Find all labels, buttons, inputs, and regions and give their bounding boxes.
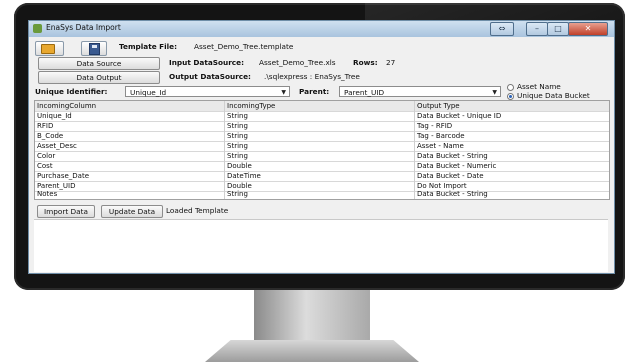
output-type-cell[interactable]: Tag - Barcode (415, 131, 609, 141)
unique-data-bucket-radio[interactable] (507, 93, 514, 100)
save-template-button[interactable] (81, 41, 107, 56)
column-mapping-grid[interactable]: IncomingColumn IncomingType Output Type … (34, 100, 610, 200)
incoming-column-cell: RFID (35, 121, 225, 131)
output-datasource-value: .\sqlexpress : EnaSys_Tree (264, 72, 360, 81)
maximize-icon: □ (554, 24, 562, 33)
incoming-type-cell: String (225, 111, 415, 121)
output-type-cell[interactable]: Asset - Name (415, 141, 609, 151)
incoming-column-cell: Purchase_Date (35, 171, 225, 181)
restore-icon: ⇔ (498, 24, 506, 33)
template-file-value: Asset_Demo_Tree.template (194, 42, 294, 51)
parent-select[interactable]: Parent_UID ▼ (339, 86, 501, 97)
output-type-cell[interactable]: Data Bucket - String (415, 189, 609, 199)
input-datasource-value: Asset_Demo_Tree.xls (259, 58, 336, 67)
title-bar: EnaSys Data Import ⇔ – □ ✕ (29, 21, 614, 37)
monitor-stand-neck (254, 290, 370, 342)
parent-label: Parent: (299, 87, 330, 96)
incoming-type-cell: String (225, 141, 415, 151)
incoming-type-cell: String (225, 189, 415, 199)
parent-value: Parent_UID (344, 88, 385, 97)
window-title: EnaSys Data Import (46, 23, 121, 32)
unique-identifier-select[interactable]: Unique_Id ▼ (125, 86, 290, 97)
asset-name-radio[interactable] (507, 84, 514, 91)
app-icon (33, 24, 42, 33)
incoming-type-cell: String (225, 121, 415, 131)
maximize-button[interactable]: □ (547, 22, 569, 36)
chevron-down-icon: ▼ (281, 89, 286, 96)
header-incoming-column[interactable]: IncomingColumn (35, 101, 225, 111)
minimize-icon: – (535, 24, 539, 33)
app-window: EnaSys Data Import ⇔ – □ ✕ Template File… (28, 20, 615, 274)
output-type-cell[interactable]: Tag - RFID (415, 121, 609, 131)
close-button[interactable]: ✕ (568, 22, 608, 36)
output-type-cell[interactable]: Data Bucket - Date (415, 171, 609, 181)
incoming-column-cell: Cost (35, 161, 225, 171)
template-file-label: Template File: (119, 42, 178, 51)
table-row[interactable]: Notes String Data Bucket - String (35, 189, 609, 199)
incoming-type-cell: String (225, 131, 415, 141)
monitor-stand-base (205, 340, 419, 362)
incoming-column-cell: Notes (35, 189, 225, 199)
output-type-cell[interactable]: Data Bucket - Unique ID (415, 111, 609, 121)
chevron-down-icon: ▼ (492, 89, 497, 96)
output-type-cell[interactable]: Data Bucket - Numeric (415, 161, 609, 171)
log-panel (34, 219, 608, 272)
output-type-cell[interactable]: Data Bucket - String (415, 151, 609, 161)
unique-data-bucket-label: Unique Data Bucket (517, 91, 590, 100)
restore-button[interactable]: ⇔ (490, 22, 514, 36)
save-icon (89, 43, 100, 55)
unique-identifier-label: Unique Identifier: (35, 87, 108, 96)
minimize-button[interactable]: – (526, 22, 548, 36)
incoming-type-cell: DateTime (225, 171, 415, 181)
output-datasource-label: Output DataSource: (169, 72, 251, 81)
open-template-button[interactable] (35, 41, 64, 56)
status-text: Loaded Template (166, 206, 229, 215)
incoming-column-cell: Asset_Desc (35, 141, 225, 151)
incoming-type-cell: Double (225, 161, 415, 171)
input-datasource-label: Input DataSource: (169, 58, 245, 67)
unique-identifier-value: Unique_Id (130, 88, 167, 97)
folder-icon (41, 44, 55, 54)
header-incoming-type[interactable]: IncomingType (225, 101, 415, 111)
incoming-type-cell: String (225, 151, 415, 161)
header-output-type[interactable]: Output Type (415, 101, 609, 111)
update-data-button[interactable]: Update Data (101, 205, 163, 218)
rows-value: 27 (386, 58, 396, 67)
rows-label: Rows: (353, 58, 378, 67)
incoming-column-cell: Unique_Id (35, 111, 225, 121)
data-output-button[interactable]: Data Output (38, 71, 160, 84)
data-source-button[interactable]: Data Source (38, 57, 160, 70)
incoming-column-cell: B_Code (35, 131, 225, 141)
asset-name-label: Asset Name (517, 82, 561, 91)
incoming-column-cell: Color (35, 151, 225, 161)
close-icon: ✕ (584, 24, 592, 33)
import-data-button[interactable]: Import Data (37, 205, 95, 218)
